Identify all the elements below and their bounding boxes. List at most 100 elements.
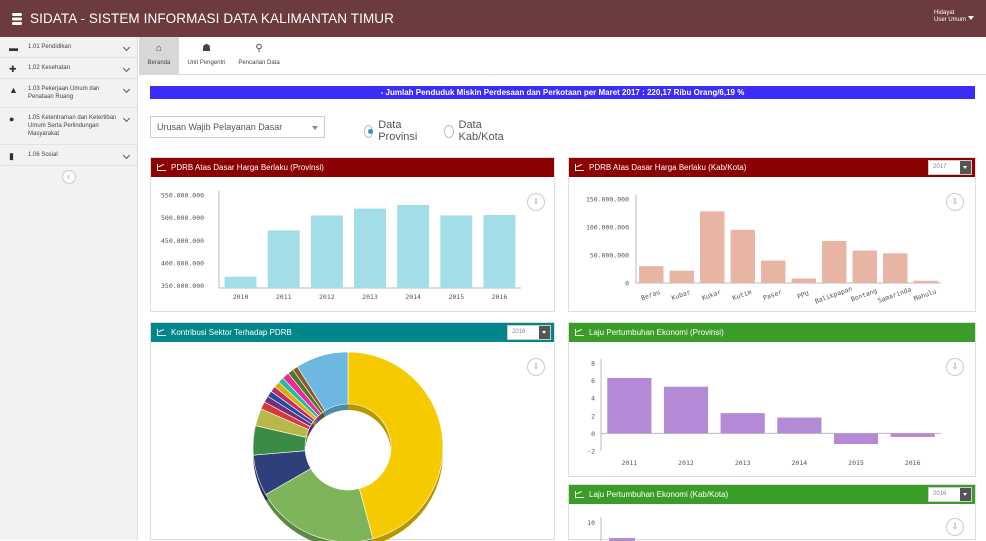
tab-label: Beranda (148, 60, 171, 66)
year-select[interactable]: 2016 (928, 487, 972, 502)
year-select-value: 2016 (512, 329, 525, 335)
panel-header: Kontribusi Sektor Terhadap PDRB 2016 (151, 323, 554, 342)
y-tick-label: 450.000.000 (161, 237, 204, 245)
x-tick-label: 2013 (735, 459, 751, 467)
y-tick-label: 150.000.000 (586, 196, 629, 204)
sidebar-item-label: 1.05 Ketentraman dan Ketertiban Umum Ser… (28, 115, 116, 137)
tab-unit-pengentri[interactable]: ☗ Unit Pengentri (179, 37, 234, 75)
laju-kabkota-chart: 10 (569, 505, 977, 541)
urusan-select[interactable]: Urusan Wajib Pelayanan Dasar (150, 116, 325, 138)
panel-title: Laju Pertumbuhan Ekonomi (Kab/Kota) (589, 490, 728, 499)
bar (639, 266, 663, 283)
y-tick-label: 350.000.000 (161, 282, 204, 290)
line-chart-icon (575, 329, 584, 336)
bar (700, 211, 724, 283)
x-tick-label: Mahulu (913, 287, 938, 303)
caret-down-icon (539, 326, 550, 339)
sidebar-item-pendidikan[interactable]: ▬ 1.01 Pendidikan (0, 37, 137, 58)
radio-checked-icon (364, 125, 373, 138)
bar (853, 251, 877, 283)
bar (670, 271, 694, 283)
radio-label: Data Provinsi (378, 119, 421, 143)
y-tick-label: 8 (591, 360, 595, 368)
x-tick-label: 2015 (448, 293, 464, 301)
radio-label: Data Kab/Kota (459, 119, 508, 143)
laju-provinsi-chart: 86420-2201120122013201420152016 (569, 343, 977, 478)
bar (777, 418, 821, 434)
year-select-value: 2016 (933, 491, 946, 497)
x-tick-label: Samarinda (877, 285, 913, 305)
sidebar-item-label: 1.02 Kesehatan (28, 65, 70, 71)
line-chart-icon (157, 329, 166, 336)
year-select[interactable]: 2017 (928, 160, 972, 175)
user-menu[interactable]: Hidayat User Umum (934, 10, 966, 24)
tab-label: Pencarian Data (238, 60, 279, 66)
chevron-down-icon (123, 86, 130, 93)
line-chart-icon (575, 164, 584, 171)
year-select[interactable]: 2016 (507, 325, 551, 340)
y-tick-label: 10 (587, 519, 595, 527)
y-tick-label: 100.000.000 (586, 224, 629, 232)
x-tick-label: Kubar (670, 288, 691, 302)
database-icon (10, 12, 24, 26)
x-tick-label: 2014 (792, 459, 808, 467)
sidebar-item-sosial[interactable]: ▮ 1.06 Sosial (0, 145, 137, 166)
road-icon: ▲ (9, 86, 20, 95)
bar (883, 253, 907, 283)
panel-title: Laju Pertumbuhan Ekonomi (Provinsi) (589, 328, 724, 337)
chevron-down-icon (123, 115, 130, 122)
sidebar-item-kesehatan[interactable]: ✚ 1.02 Kesehatan (0, 58, 137, 79)
caret-down-icon (960, 488, 971, 501)
sidebar-item-ketentraman[interactable]: ● 1.05 Ketentraman dan Ketertiban Umum S… (0, 108, 137, 145)
medkit-icon: ✚ (9, 65, 20, 74)
bar (311, 215, 343, 288)
bar (607, 378, 651, 433)
y-tick-label: 0 (625, 280, 629, 288)
bar (792, 279, 816, 283)
chevron-down-icon (123, 152, 130, 159)
panel-laju-provinsi: Laju Pertumbuhan Ekonomi (Provinsi) ⇩ 86… (568, 322, 976, 477)
user-name: Hidayat (934, 10, 966, 17)
panel-header: Laju Pertumbuhan Ekonomi (Kab/Kota) 2016 (569, 485, 975, 504)
bar (664, 387, 708, 434)
panel-header: PDRB Atas Dasar Harga Berlaku (Kab/Kota)… (569, 158, 975, 177)
top-navbar: SIDATA - SISTEM INFORMASI DATA KALIMANTA… (0, 0, 986, 37)
radio-unchecked-icon (444, 125, 454, 138)
bar (891, 433, 935, 437)
users-icon: ☗ (179, 43, 234, 55)
sidebar-collapse-button[interactable]: ‹ (62, 170, 76, 184)
x-tick-label: Bontang (850, 287, 879, 304)
kontribusi-donut-chart (151, 343, 556, 541)
year-select-value: 2017 (933, 164, 946, 170)
bar (822, 241, 846, 283)
x-tick-label: 2016 (905, 459, 921, 467)
line-chart-icon (575, 491, 584, 498)
bar (225, 277, 257, 288)
search-icon: ⚲ (234, 43, 284, 55)
bar (440, 215, 472, 288)
y-tick-label: 6 (591, 377, 595, 385)
y-tick-label: 0 (591, 430, 595, 438)
panel-pdrb-provinsi: PDRB Atas Dasar Harga Berlaku (Provinsi)… (150, 157, 555, 312)
tab-pencarian-data[interactable]: ⚲ Pencarian Data (234, 37, 284, 75)
y-tick-label: 2 (591, 412, 595, 420)
x-tick-label: 2014 (405, 293, 421, 301)
caret-down-icon (960, 161, 971, 174)
x-tick-label: Kukar (701, 288, 722, 302)
app-title: SIDATA - SISTEM INFORMASI DATA KALIMANTA… (30, 11, 394, 26)
x-tick-label: 2015 (848, 459, 864, 467)
radio-data-provinsi[interactable]: Data Provinsi (364, 119, 421, 143)
x-tick-label: Paser (762, 288, 783, 302)
tab-beranda[interactable]: ⌂ Beranda (139, 37, 179, 75)
bar (354, 209, 386, 288)
chevron-down-icon (123, 44, 130, 51)
user-role: User Umum (934, 17, 966, 24)
radio-data-kabkota[interactable]: Data Kab/Kota (444, 119, 507, 143)
caret-down-icon[interactable] (968, 16, 974, 20)
x-tick-label: 2012 (678, 459, 694, 467)
y-tick-label: 500.000.000 (161, 214, 204, 222)
sidebar-item-pekerjaan-umum[interactable]: ▲ 1.03 Pekerjaan Umum dan Penataan Ruang (0, 79, 137, 108)
bar (397, 205, 429, 288)
pdrb-provinsi-chart: 550.000.000500.000.000450.000.000400.000… (151, 178, 556, 313)
panel-title: Kontribusi Sektor Terhadap PDRB (171, 328, 292, 337)
